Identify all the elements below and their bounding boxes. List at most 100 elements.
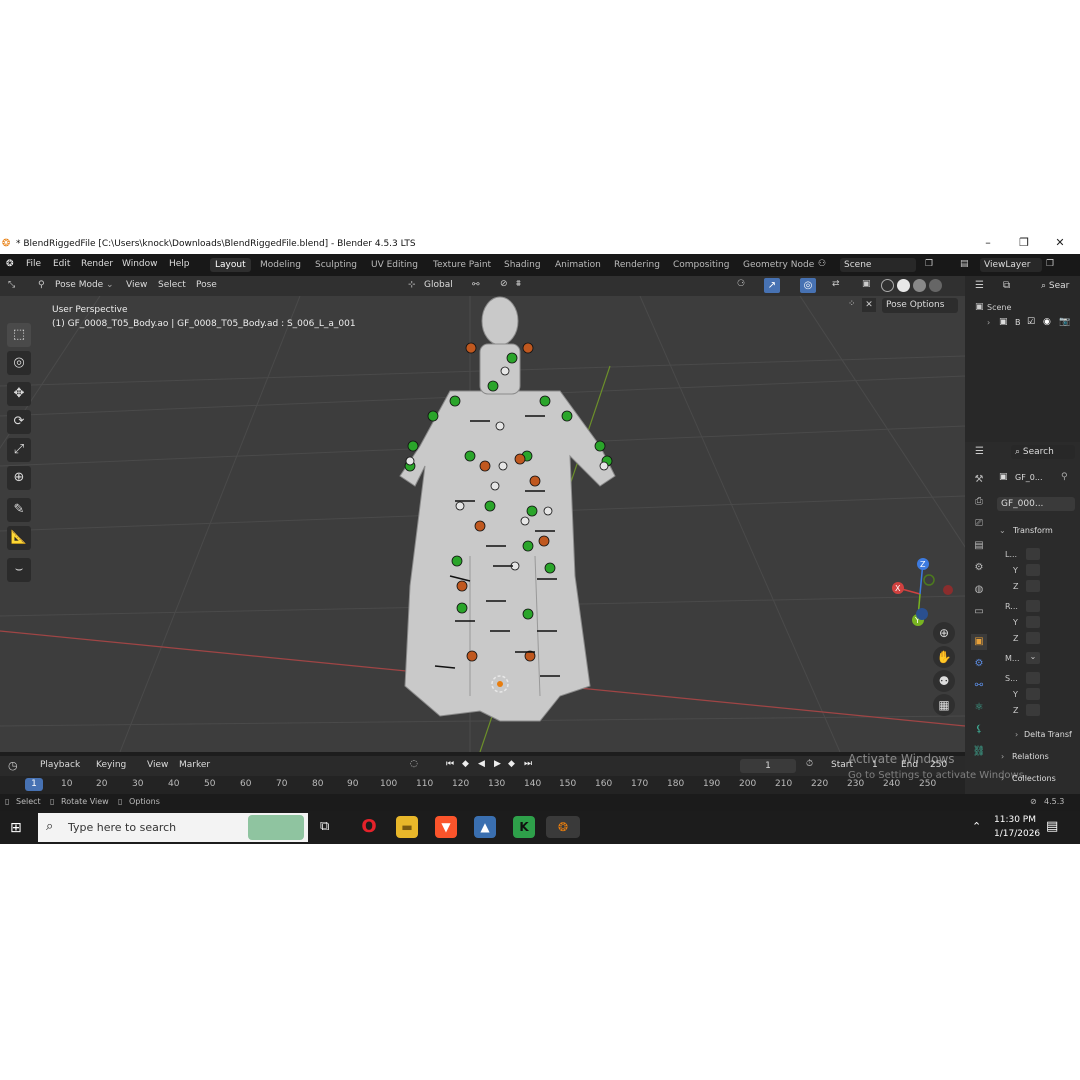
location-y-field[interactable] [1026,564,1040,576]
play-reverse-icon[interactable]: ◀ [478,759,485,769]
timeline-menu-keying[interactable]: Keying [96,760,126,770]
transform-expand-icon[interactable]: ⌄ [999,526,1006,535]
jump-end-icon[interactable]: ⏭ [524,759,532,769]
zoom-icon[interactable]: ⊕ [933,622,955,644]
relations-header[interactable]: Relations [1012,752,1049,761]
jump-keyframe-forward-icon[interactable]: ◆ [508,759,515,769]
toggle-xray-icon[interactable]: ▣ [862,279,871,289]
tab-texture-paint[interactable]: Texture Paint [428,258,496,272]
particles-tab-icon[interactable]: ⚯ [971,678,987,694]
annotate-tool[interactable]: ✎ [7,498,31,522]
jump-keyframe-back-icon[interactable]: ◆ [462,759,469,769]
maximize-button[interactable]: ❐ [1014,236,1034,249]
viewport-menu-pose[interactable]: Pose [196,280,217,290]
tab-animation[interactable]: Animation [550,258,606,272]
orientation-selector[interactable]: Global [424,280,453,290]
blender-menu-icon[interactable]: ❂ [6,259,14,269]
3d-viewport[interactable]: User Perspective (1) GF_0008_T05_Body.ao… [0,296,965,752]
file-explorer-icon[interactable]: ▬ [396,816,418,838]
current-frame-indicator[interactable]: 1 [25,778,43,791]
scene-tab-icon[interactable]: ⚙ [971,560,987,576]
object-data-selector[interactable]: GF_000... [997,497,1075,511]
current-frame-field[interactable]: 1 [740,759,796,773]
cursor-tool[interactable]: ◎ [7,351,31,375]
xray-icon[interactable]: ⇄ [832,279,840,289]
viewport-menu-select[interactable]: Select [158,280,186,290]
delta-expand-icon[interactable]: › [1015,730,1018,739]
auto-keying-icon[interactable]: ◌ [410,759,418,769]
tab-modeling[interactable]: Modeling [255,258,306,272]
clock-date[interactable]: 1/17/2026 [994,829,1040,839]
outliner-search[interactable]: ⌕ Sear [1037,279,1077,293]
tool-settings-icon[interactable]: ⁘ [848,299,856,309]
menu-help[interactable]: Help [169,259,190,269]
tab-sculpting[interactable]: Sculpting [310,258,362,272]
menu-edit[interactable]: Edit [53,259,70,269]
properties-search[interactable]: ⌕ Search [1011,445,1075,459]
camera-icon[interactable]: ⚉ [933,670,955,692]
tab-geometry-nodes[interactable]: Geometry Node [738,258,819,272]
brave-browser-icon[interactable]: ▼ [435,816,457,838]
view-layer-tab-icon[interactable]: ▤ [971,538,987,554]
app-icon[interactable]: ▲ [474,816,496,838]
close-button[interactable]: ✕ [1050,236,1070,249]
new-view-layer-icon[interactable]: ❐ [1046,259,1054,269]
move-tool[interactable]: ✥ [7,382,31,406]
tab-compositing[interactable]: Compositing [668,258,734,272]
camera-render-icon[interactable]: 📷 [1059,317,1070,327]
relations-expand-icon[interactable]: › [1001,752,1004,761]
rotation-y-field[interactable] [1026,616,1040,628]
rotation-x-field[interactable] [1026,600,1040,612]
clock-time[interactable]: 11:30 PM [994,815,1036,825]
delta-transform-header[interactable]: Delta Transf [1024,730,1072,739]
visibility-icon[interactable]: ⚆ [737,279,745,289]
timeline-menu-view[interactable]: View [147,760,168,770]
rendered-shading-icon[interactable] [929,279,942,292]
object-tab-icon[interactable]: ▣ [971,634,987,650]
tab-rendering[interactable]: Rendering [609,258,665,272]
scale-z-field[interactable] [1026,704,1040,716]
view-layer-selector[interactable]: ViewLayer [980,258,1042,272]
tool-tab-icon[interactable]: ⚒ [971,472,987,488]
scale-y-field[interactable] [1026,688,1040,700]
data-tab-icon[interactable]: ⛓ [971,744,987,760]
properties-editor-icon[interactable]: ☰ [975,446,984,457]
wireframe-shading-icon[interactable] [881,279,894,292]
collection-tab-icon[interactable]: ▭ [971,604,987,620]
viewport-menu-view[interactable]: View [126,280,147,290]
rotation-mode-dropdown[interactable]: ⌄ [1026,652,1040,664]
menu-file[interactable]: File [26,259,41,269]
timeline-editor-icon[interactable]: ◷ [8,759,18,772]
taskbar-search-box[interactable]: ⌕ Type here to search [38,813,308,842]
chevron-up-icon[interactable]: ⌃ [972,820,981,833]
transform-header[interactable]: Transform [1013,526,1053,535]
rotate-tool[interactable]: ⟳ [7,410,31,434]
scale-x-field[interactable] [1026,672,1040,684]
checkbox-icon[interactable]: ☑ [1027,317,1035,327]
close-header-icon[interactable]: ✕ [862,298,876,312]
task-view-icon[interactable]: ⧉ [320,819,329,834]
snap-icon[interactable]: ⊘ [500,279,508,289]
rotation-z-field[interactable] [1026,632,1040,644]
tab-uv-editing[interactable]: UV Editing [366,258,423,272]
outliner-editor-icon[interactable]: ☰ [975,280,984,291]
notification-icon[interactable]: ▤ [1046,819,1058,834]
jump-start-icon[interactable]: ⏮ [446,759,454,769]
solid-shading-icon[interactable] [897,279,910,292]
pan-hand-icon[interactable]: ✋ [933,646,955,668]
gizmo-toggle-icon[interactable]: ↗ [764,278,780,293]
output-tab-icon[interactable]: ⎚ [971,516,987,532]
scene-selector[interactable]: Scene [840,258,916,272]
minimize-button[interactable]: – [978,236,998,249]
opera-browser-icon[interactable]: O [358,816,380,838]
editor-type-icon[interactable]: ⤡ [8,280,15,290]
play-icon[interactable]: ▶ [494,759,501,769]
tab-shading[interactable]: Shading [499,258,546,272]
pose-options-dropdown[interactable]: Pose Options [882,298,958,313]
expand-arrow-icon[interactable]: › [987,318,990,327]
mode-selector[interactable]: Pose Mode [55,280,103,290]
scale-tool[interactable]: ⤢ [7,438,31,462]
k-app-icon[interactable]: K [513,816,535,838]
negative-z-axis-icon[interactable] [916,608,928,620]
new-scene-icon[interactable]: ❐ [925,259,933,269]
